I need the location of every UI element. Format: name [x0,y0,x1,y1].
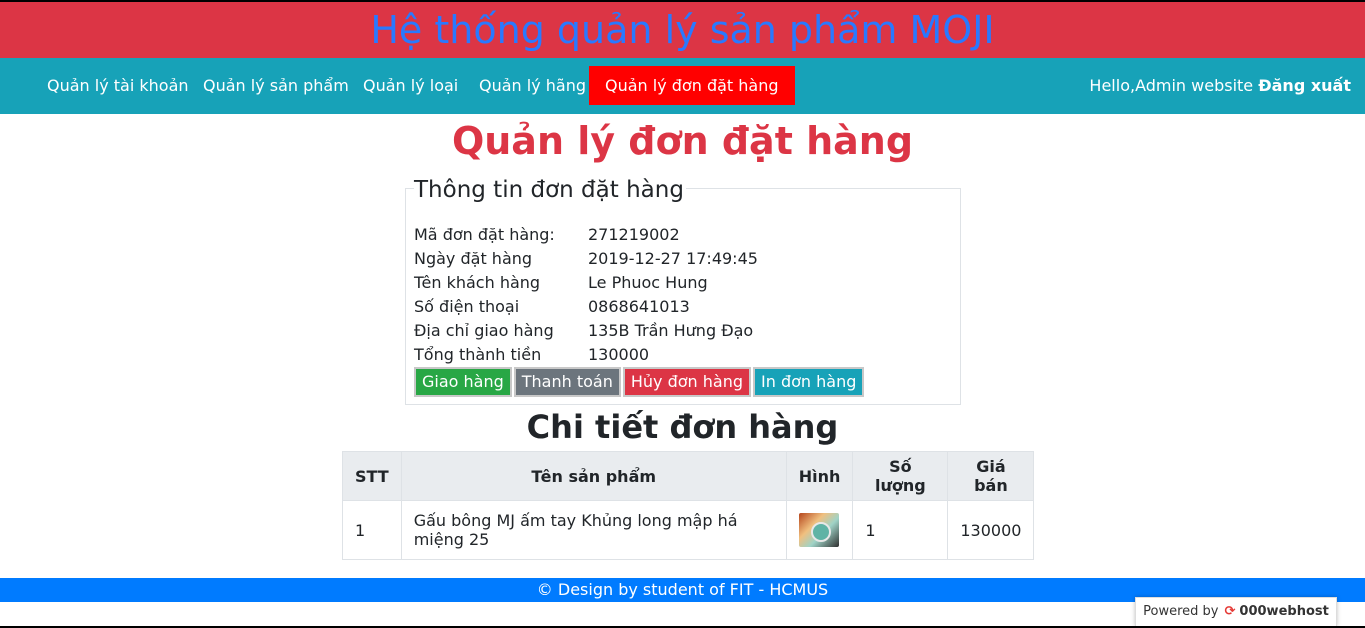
info-row-order-id: Mã đơn đặt hàng: 271219002 [414,223,680,247]
greeting-text: Hello,Admin website [1089,76,1254,95]
info-label: Tổng thành tiền [414,345,542,364]
info-value: 271219002 [588,225,680,244]
order-details-table: STT Tên sản phẩm Hình Số lượng Giá bán 1… [342,451,1035,560]
nav-item-accounts[interactable]: Quản lý tài khoản [31,66,205,105]
column-header-product-name: Tên sản phẩm [400,451,787,501]
nav-item-products[interactable]: Quản lý sản phẩm [187,66,365,105]
webhost-logo-icon: ⟳ [1224,604,1236,619]
info-label: Mã đơn đặt hàng: [414,225,555,244]
nav-item-orders[interactable]: Quản lý đơn đặt hàng [589,66,795,105]
site-header: Hệ thống quản lý sản phẩm MOJI [0,2,1365,58]
info-label: Tên khách hàng [414,273,541,292]
powered-by-label: Powered by [1143,604,1219,619]
order-info-legend: Thông tin đơn đặt hàng [414,174,686,206]
powered-by-brand: 000webhost [1239,604,1329,619]
info-label: Địa chỉ giao hàng [414,321,554,340]
pay-button[interactable]: Thanh toán [513,367,621,397]
nav-item-brands[interactable]: Quản lý hãng [463,66,602,105]
cell-price: 130000 [947,500,1035,560]
info-value: 135B Trần Hưng Đạo [588,321,754,340]
info-row-customer: Tên khách hàng Le Phuoc Hung [414,271,708,295]
cell-stt: 1 [342,500,402,560]
table-row: 1 Gấu bông MJ ấm tay Khủng long mập há m… [342,500,1035,560]
print-order-button[interactable]: In đơn hàng [753,367,865,397]
user-area: Hello,Admin website Đăng xuất [1089,66,1351,105]
info-value: 130000 [588,345,650,364]
info-value: Le Phuoc Hung [588,273,708,292]
info-row-address: Địa chỉ giao hàng 135B Trần Hưng Đạo [414,319,753,343]
info-row-total: Tổng thành tiền 130000 [414,343,649,367]
info-label: Số điện thoại [414,297,520,316]
cancel-order-button[interactable]: Hủy đơn hàng [622,367,751,397]
cell-image [785,500,854,560]
cell-product-name: Gấu bông MJ ấm tay Khủng long mập há miệ… [400,500,787,560]
order-action-buttons: Giao hàng Thanh toán Hủy đơn hàng In đơn hà… [414,367,866,397]
info-value: 2019-12-27 17:49:45 [588,249,758,268]
logout-link[interactable]: Đăng xuất [1258,76,1351,95]
column-header-quantity: Số lượng [852,451,949,501]
nav-item-categories[interactable]: Quản lý loại [347,66,474,105]
site-title: Hệ thống quản lý sản phẩm MOJI [370,8,995,52]
info-value: 0868641013 [588,297,690,316]
navbar: Quản lý tài khoản Quản lý sản phẩm Quản … [0,58,1365,114]
table-header-row: STT Tên sản phẩm Hình Số lượng Giá bán [342,451,1035,501]
column-header-stt: STT [342,451,402,501]
info-label: Ngày đặt hàng [414,249,533,268]
page-title: Quản lý đơn đặt hàng [451,119,914,163]
info-row-phone: Số điện thoại 0868641013 [414,295,690,319]
cell-quantity: 1 [852,500,949,560]
powered-by-badge[interactable]: Powered by ⟳ 000webhost [1135,597,1337,626]
column-header-image: Hình [785,451,854,501]
info-row-order-date: Ngày đặt hàng 2019-12-27 17:49:45 [414,247,758,271]
column-header-price: Giá bán [947,451,1035,501]
order-details-title: Chi tiết đơn hàng [526,408,839,446]
product-thumbnail-image [798,513,839,547]
deliver-button[interactable]: Giao hàng [414,367,512,397]
